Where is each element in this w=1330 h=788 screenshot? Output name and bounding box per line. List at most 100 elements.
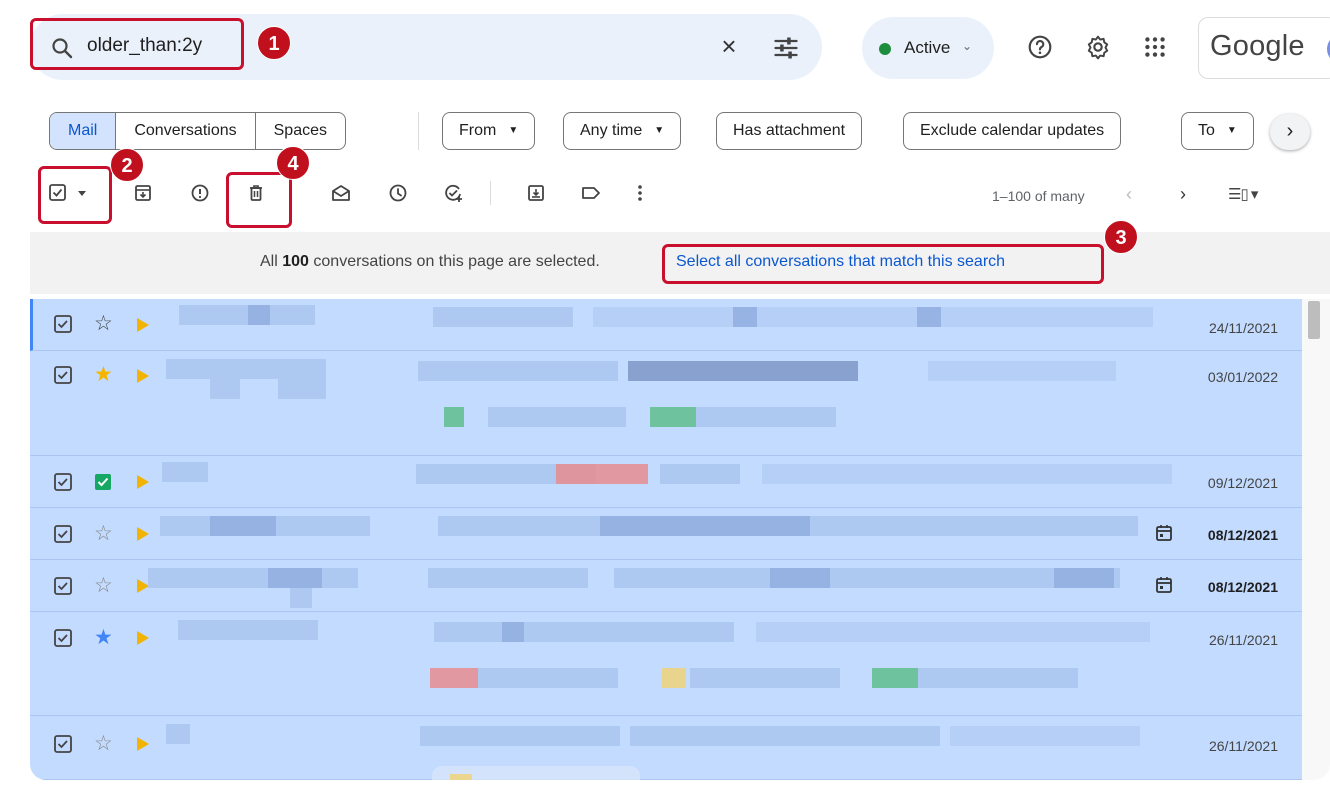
blurred-text (248, 305, 270, 325)
select-checkbox-icon[interactable] (48, 181, 94, 205)
important-marker-icon[interactable] (137, 318, 149, 332)
star-icon[interactable]: ☆ (94, 523, 113, 545)
message-date: 09/12/2021 (1207, 475, 1278, 491)
checkbox-checked-icon[interactable] (53, 365, 73, 385)
star-icon[interactable]: ☆ (94, 575, 113, 597)
subject-snippet (928, 361, 1116, 381)
blurred-text (733, 307, 757, 327)
scrollbar[interactable] (1302, 299, 1330, 780)
subject-snippet (628, 361, 858, 381)
table-row[interactable]: ★ 03/01/2022 (30, 351, 1302, 456)
divider (418, 112, 419, 150)
caret-down-icon: ▼ (508, 125, 519, 136)
filter-from[interactable]: From ▼ (442, 112, 536, 150)
checkbox-checked-icon[interactable] (53, 734, 73, 754)
pager-range: 1–100 of many (992, 188, 1085, 204)
chevron-down-icon: ⌄ (962, 39, 973, 53)
subject-snippet (762, 464, 1172, 484)
filter-has-attachment[interactable]: Has attachment (716, 112, 863, 150)
annotation-box-1 (30, 18, 244, 70)
filter-has-attachment-label: Has attachment (733, 122, 846, 139)
filter-exclude-calendar[interactable]: Exclude calendar updates (903, 112, 1122, 150)
subject-snippet (950, 726, 1140, 746)
table-row[interactable]: ☆ 08/12/2021 (30, 508, 1302, 560)
mail-panel: Mail Conversations Spaces From ▼ Any time… (30, 92, 1330, 780)
annotation-badge-2: 2 (110, 148, 144, 182)
attachment-chip (872, 668, 918, 688)
report-spam-icon[interactable] (188, 181, 212, 205)
star-icon[interactable]: ☆ (94, 313, 113, 335)
subject-snippet (614, 568, 1120, 588)
move-to-icon[interactable] (524, 181, 548, 205)
attachment-chip (488, 407, 626, 427)
table-row[interactable]: ☆ 26/11/2021 (30, 716, 1302, 780)
filter-to[interactable]: To ▼ (1181, 112, 1254, 150)
tune-icon[interactable] (772, 34, 800, 62)
archive-icon[interactable] (131, 181, 155, 205)
subject-snippet (433, 307, 573, 327)
green-check-star-icon[interactable] (94, 473, 112, 491)
chevron-right-icon[interactable]: › (1270, 114, 1310, 150)
message-date: 26/11/2021 (1208, 738, 1278, 754)
tab-spaces[interactable]: Spaces (256, 113, 345, 149)
important-marker-icon[interactable] (137, 631, 149, 645)
snooze-icon[interactable] (386, 181, 410, 205)
sender-name (178, 620, 318, 640)
blurred-text (770, 568, 830, 588)
clear-icon[interactable]: × (716, 33, 742, 60)
chevron-left-icon[interactable]: ‹ (1126, 184, 1132, 205)
status-dropdown[interactable]: Active ⌄ (862, 17, 994, 79)
subject-snippet (420, 726, 620, 746)
attachment-chip (918, 668, 1078, 688)
filter-from-label: From (459, 122, 497, 139)
gear-icon[interactable] (1085, 34, 1111, 60)
important-marker-icon[interactable] (137, 475, 149, 489)
filter-exclude-calendar-label: Exclude calendar updates (920, 122, 1105, 139)
selection-message: All 100 conversations on this page are s… (260, 253, 600, 271)
scrollbar-thumb[interactable] (1308, 301, 1320, 339)
mark-read-icon[interactable] (329, 181, 353, 205)
checkbox-checked-icon[interactable] (53, 576, 73, 596)
table-row[interactable]: ☆ 24/11/2021 (30, 299, 1302, 351)
blurred-text (1054, 568, 1114, 588)
apps-icon[interactable] (1142, 34, 1168, 60)
search-scope-tabs: Mail Conversations Spaces (49, 112, 346, 150)
table-row[interactable]: 09/12/2021 (30, 456, 1302, 508)
delete-icon[interactable] (244, 181, 268, 205)
attachment-chip (478, 668, 618, 688)
label-icon[interactable] (579, 181, 603, 205)
account-switcher[interactable]: Google (1198, 17, 1330, 79)
subject-snippet (428, 568, 588, 588)
add-task-icon[interactable] (441, 181, 465, 205)
help-icon[interactable] (1027, 34, 1053, 60)
star-icon[interactable]: ★ (94, 364, 113, 386)
filter-any-time-label: Any time (580, 122, 643, 139)
subject-snippet (418, 361, 618, 381)
checkbox-checked-icon[interactable] (53, 524, 73, 544)
table-row[interactable]: ★ 26/11/2021 (30, 612, 1302, 716)
tab-conversations[interactable]: Conversations (116, 113, 256, 149)
checkbox-checked-icon[interactable] (53, 314, 73, 334)
brand-logo: Google (1210, 30, 1305, 62)
subject-snippet (434, 622, 734, 642)
chevron-right-icon[interactable]: › (1180, 184, 1186, 205)
filter-any-time[interactable]: Any time ▼ (563, 112, 682, 150)
tab-mail[interactable]: Mail (50, 113, 117, 149)
sender-name (162, 462, 208, 482)
density-toggle-icon[interactable]: ☰▯ ▾ (1228, 185, 1258, 203)
message-date: 26/11/2021 (1208, 632, 1278, 648)
important-marker-icon[interactable] (137, 527, 149, 541)
star-icon[interactable]: ★ (94, 627, 113, 649)
more-icon[interactable] (628, 181, 652, 205)
blurred-text (210, 516, 276, 536)
important-marker-icon[interactable] (137, 737, 149, 751)
selection-count: 100 (282, 253, 309, 270)
calendar-icon (1154, 575, 1174, 595)
attachment-chip (690, 668, 840, 688)
important-marker-icon[interactable] (137, 369, 149, 383)
checkbox-checked-icon[interactable] (53, 472, 73, 492)
message-date: 08/12/2021 (1207, 527, 1278, 543)
star-icon[interactable]: ☆ (94, 733, 113, 755)
checkbox-checked-icon[interactable] (53, 628, 73, 648)
table-row[interactable]: ☆ 08/12/2021 (30, 560, 1302, 612)
